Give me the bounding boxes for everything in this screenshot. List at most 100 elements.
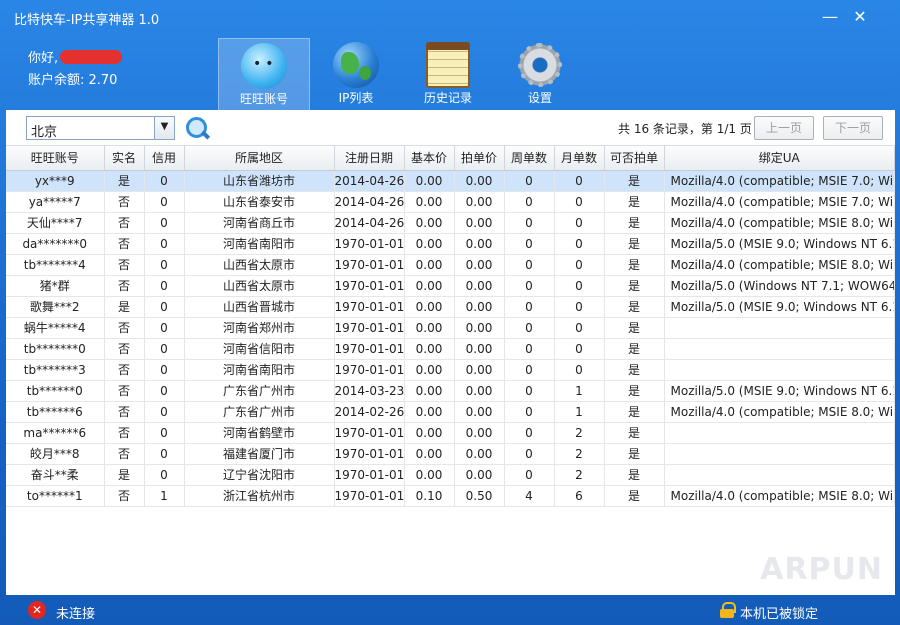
table-cell: 0 [144,464,185,486]
table-cell: 山西省太原市 [184,254,335,276]
table-cell: 0 [504,464,555,486]
table-cell: 0.00 [454,317,505,339]
table-cell: 否 [104,275,145,297]
table-cell: 山西省太原市 [184,275,335,297]
table-row[interactable]: tb*******0 否 0 河南省信阳市 1970-01-01 0.00 0.00 0 0 是 [6,338,895,360]
table-cell: 否 [104,380,145,402]
table-row[interactable]: da*******0 否 0 河南省南阳市 1970-01-01 0.00 0.00 0 0 是 M… [6,233,895,255]
table-row[interactable]: 天仙****7 否 0 河南省商丘市 2014-04-26 0.00 0.00 0 0 是 Mozi… [6,212,895,234]
table-cell: 福建省厦门市 [184,443,335,465]
table-cell [664,422,895,444]
table-cell: 0 [144,296,185,318]
table-cell: 0 [504,212,555,234]
close-button[interactable]: ✕ [848,6,872,28]
table-cell: 河南省鹤壁市 [184,422,335,444]
table-row[interactable]: 皎月***8 否 0 福建省厦门市 1970-01-01 0.00 0.00 0 2 是 [6,443,895,465]
table-cell: 0.00 [454,233,505,255]
column-header[interactable]: 基本价 [404,146,455,171]
column-header[interactable]: 绑定UA [664,146,895,171]
table-cell: 1 [144,485,185,507]
table-cell: 歌舞***2 [6,296,105,318]
column-header[interactable]: 旺旺账号 [6,146,105,171]
table-row[interactable]: tb******6 否 0 广东省广州市 2014-02-26 0.00 0.00 0 1 是 Mo… [6,401,895,423]
title-bar[interactable]: 比特快车-IP共享神器 1.0 — ✕ [0,0,900,34]
nav-item-3[interactable]: 设置 [494,38,586,110]
table-row[interactable]: 奋斗**柔是 0 辽宁省沈阳市 1970-01-01 0.00 0.00 0 2 是 [6,464,895,486]
table-cell: 否 [104,254,145,276]
table-cell: 河南省郑州市 [184,317,335,339]
table-cell: tb*******3 [6,359,105,381]
table-cell: 0 [554,170,605,192]
table-cell: 是 [604,275,665,297]
table-cell: 0.00 [404,359,455,381]
table-row[interactable]: to******1 否 1 浙江省杭州市 1970-01-01 0.10 0.50 4 6 是 Mo… [6,485,895,507]
table-cell: 河南省信阳市 [184,338,335,360]
table-row[interactable]: tb******0 否 0 广东省广州市 2014-03-23 0.00 0.00 0 1 是 Mo… [6,380,895,402]
table-cell: 1 [554,401,605,423]
connection-status: 未连接 [56,607,96,622]
status-bar: ✕ 未连接 本机已被锁定 [0,597,900,625]
table-cell: 辽宁省沈阳市 [184,464,335,486]
column-header[interactable]: 月单数 [554,146,605,171]
next-page-button[interactable]: 下一页 [823,116,883,140]
table-cell: 0.00 [404,233,455,255]
table-row[interactable]: ma******6 否 0 河南省鹤壁市 1970-01-01 0.00 0.00 0 2 是 [6,422,895,444]
table-cell: 河南省南阳市 [184,233,335,255]
table-row[interactable]: 歌舞***2 是 0 山西省晋城市 1970-01-01 0.00 0.00 0 0 是 Mozil… [6,296,895,318]
column-header[interactable]: 所属地区 [184,146,335,171]
prev-page-button[interactable]: 上一页 [754,116,814,140]
table-cell: Mozilla/4.0 (compatible; MSIE 8.0; Windo… [664,485,895,507]
table-cell: 1970-01-01 [334,359,405,381]
table-cell: 0 [504,296,555,318]
table-header: 旺旺账号 实名 信用 所属地区 注册日期 基本价 拍单价 周单数 月单数 可否拍单 绑定UA [6,146,895,171]
table-cell [664,338,895,360]
nav-item-0[interactable]: 旺旺账号 [218,38,310,110]
table-cell: 0.00 [404,401,455,423]
table-cell: Mozilla/4.0 (compatible; MSIE 8.0; Windo… [664,401,895,423]
table-cell: 0.00 [404,443,455,465]
minimize-button[interactable]: — [818,6,842,28]
table-cell: 0 [554,254,605,276]
column-header[interactable]: 周单数 [504,146,555,171]
table-cell: Mozilla/5.0 (Windows NT 7.1; WOW64; rv:3… [664,275,895,297]
table-cell: 0.00 [404,338,455,360]
nav-item-1[interactable]: IP列表 [310,38,402,110]
table-cell: 2014-03-23 [334,380,405,402]
table-cell: 否 [104,191,145,213]
table-cell: 6 [554,485,605,507]
table-cell: 0.00 [404,170,455,192]
table-cell: 1970-01-01 [334,317,405,339]
column-header[interactable]: 可否拍单 [604,146,665,171]
table-cell: 皎月***8 [6,443,105,465]
table-cell: 山东省潍坊市 [184,170,335,192]
table-cell: 天仙****7 [6,212,105,234]
region-select[interactable]: 北京 ▼ [26,116,175,140]
table-cell: 蜗牛*****4 [6,317,105,339]
table-row[interactable]: ya*****7 否 0 山东省泰安市 2014-04-26 0.00 0.00 0 0 是 Moz… [6,191,895,213]
column-header[interactable]: 信用 [144,146,185,171]
table-cell: 0.00 [404,275,455,297]
table-cell: 0 [504,422,555,444]
table-row[interactable]: yx***9 是 0 山东省潍坊市 2014-04-26 0.00 0.00 0 0 是 Mozil… [6,170,895,192]
table-row[interactable]: tb*******4 否 0 山西省太原市 1970-01-01 0.00 0.00 0 0 是 M… [6,254,895,276]
chevron-down-icon[interactable]: ▼ [154,117,174,139]
table-cell: 山西省晋城市 [184,296,335,318]
search-icon[interactable] [184,115,210,141]
table-row[interactable]: 蜗牛*****4 否 0 河南省郑州市 1970-01-01 0.00 0.00 0 0 是 [6,317,895,339]
column-header[interactable]: 实名 [104,146,145,171]
table-cell: 0.00 [404,317,455,339]
table-cell: 0.00 [404,212,455,234]
table-cell: tb******0 [6,380,105,402]
column-header[interactable]: 注册日期 [334,146,405,171]
table-cell: ma******6 [6,422,105,444]
table-cell: 0.00 [454,212,505,234]
table-row[interactable]: 猪*群否 0 山西省太原市 1970-01-01 0.00 0.00 0 0 是 Mozilla/… [6,275,895,297]
table-row[interactable]: tb*******3 否 0 河南省南阳市 1970-01-01 0.00 0.00 0 0 是 [6,359,895,381]
table-body: yx***9 是 0 山东省潍坊市 2014-04-26 0.00 0.00 0 0 是 Mozil… [6,170,895,507]
nav-item-2[interactable]: 历史记录 [402,38,494,110]
table-cell [664,317,895,339]
column-header[interactable]: 拍单价 [454,146,505,171]
table-cell: 是 [604,464,665,486]
table-cell: 否 [104,317,145,339]
nav-item-label: 旺旺账号 [239,92,288,106]
